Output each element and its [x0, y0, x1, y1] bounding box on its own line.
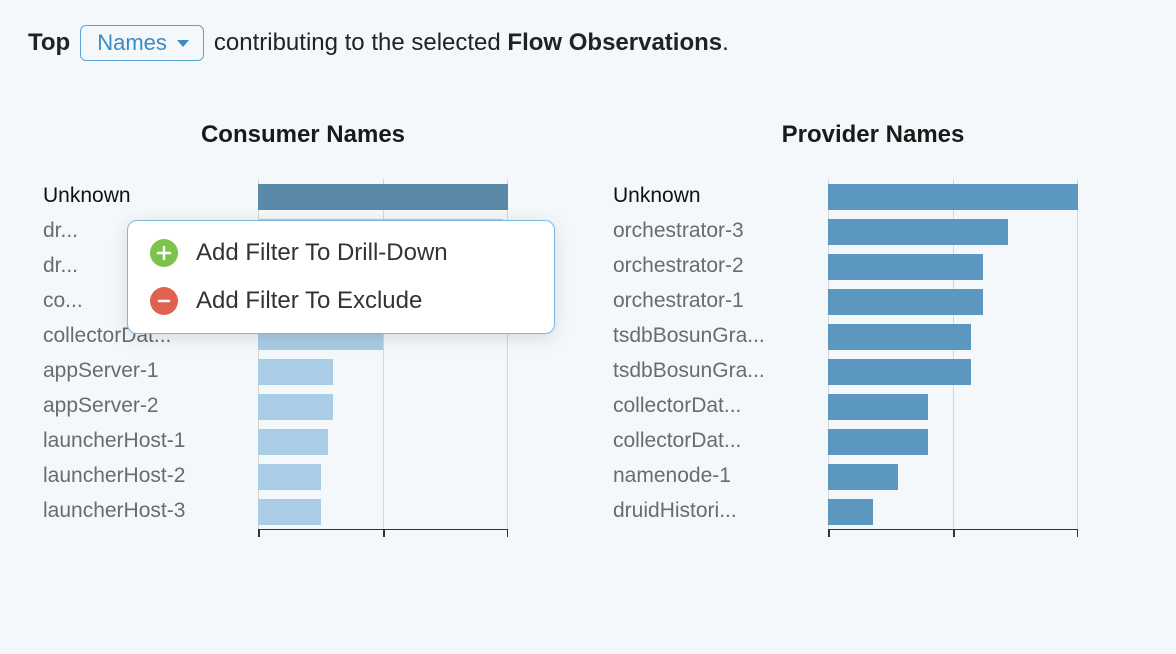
plus-icon — [150, 239, 178, 267]
bar[interactable] — [828, 499, 873, 525]
y-label: collectorDat... — [613, 389, 828, 424]
menu-exclude[interactable]: Add Filter To Exclude — [128, 277, 554, 325]
header: Top Names contributing to the selected F… — [28, 25, 1148, 61]
bar-row — [828, 494, 1078, 529]
y-label: orchestrator-2 — [613, 249, 828, 284]
bar[interactable] — [258, 359, 333, 385]
y-axis-labels: Unknownorchestrator-3orchestrator-2orche… — [613, 179, 828, 529]
y-label: launcherHost-2 — [43, 459, 258, 494]
menu-label: Add Filter To Drill-Down — [196, 239, 448, 267]
x-axis — [258, 529, 508, 539]
y-label: orchestrator-1 — [613, 284, 828, 319]
caret-down-icon — [177, 40, 189, 47]
bar[interactable] — [258, 499, 321, 525]
y-label: orchestrator-3 — [613, 214, 828, 249]
y-label: tsdbBosunGra... — [613, 354, 828, 389]
y-label: Unknown — [43, 179, 258, 214]
bar[interactable] — [828, 184, 1078, 210]
y-label: druidHistori... — [613, 494, 828, 529]
x-axis — [828, 529, 1078, 539]
y-label: appServer-1 — [43, 354, 258, 389]
minus-icon — [150, 287, 178, 315]
bar-row — [258, 424, 508, 459]
y-label: launcherHost-1 — [43, 424, 258, 459]
bars-container — [828, 179, 1078, 529]
bar-row — [828, 424, 1078, 459]
bar-row — [828, 249, 1078, 284]
menu-label: Add Filter To Exclude — [196, 287, 422, 315]
names-dropdown[interactable]: Names — [80, 25, 204, 61]
bar[interactable] — [828, 254, 983, 280]
header-top: Top — [28, 29, 70, 57]
bar-row — [258, 459, 508, 494]
bar[interactable] — [828, 289, 983, 315]
bar-row — [258, 389, 508, 424]
chart-title: Consumer Names — [43, 121, 563, 149]
bar-row — [258, 354, 508, 389]
bar-row — [828, 389, 1078, 424]
bar[interactable] — [828, 359, 971, 385]
menu-drill-down[interactable]: Add Filter To Drill-Down — [128, 229, 554, 277]
y-label: Unknown — [613, 179, 828, 214]
bar-row — [828, 354, 1078, 389]
bar[interactable] — [258, 184, 508, 210]
bar-row — [828, 179, 1078, 214]
provider-chart: Provider Names Unknownorchestrator-3orch… — [613, 121, 1133, 539]
bar[interactable] — [828, 324, 971, 350]
bar[interactable] — [258, 429, 328, 455]
bar[interactable] — [258, 394, 333, 420]
bar[interactable] — [828, 429, 928, 455]
bar-row — [828, 214, 1078, 249]
chart-title: Provider Names — [613, 121, 1133, 149]
y-label: tsdbBosunGra... — [613, 319, 828, 354]
y-label: appServer-2 — [43, 389, 258, 424]
bar[interactable] — [258, 464, 321, 490]
bar-row — [258, 494, 508, 529]
header-rest: contributing to the selected Flow Observ… — [214, 29, 729, 57]
bar-row — [258, 179, 508, 214]
bar-row — [828, 284, 1078, 319]
bar-row — [828, 319, 1078, 354]
bar[interactable] — [828, 219, 1008, 245]
context-menu: Add Filter To Drill-Down Add Filter To E… — [127, 220, 555, 334]
y-label: collectorDat... — [613, 424, 828, 459]
bar[interactable] — [828, 394, 928, 420]
bar[interactable] — [828, 464, 898, 490]
bar-row — [828, 459, 1078, 494]
y-label: launcherHost-3 — [43, 494, 258, 529]
y-label: namenode-1 — [613, 459, 828, 494]
dropdown-label: Names — [97, 30, 167, 56]
